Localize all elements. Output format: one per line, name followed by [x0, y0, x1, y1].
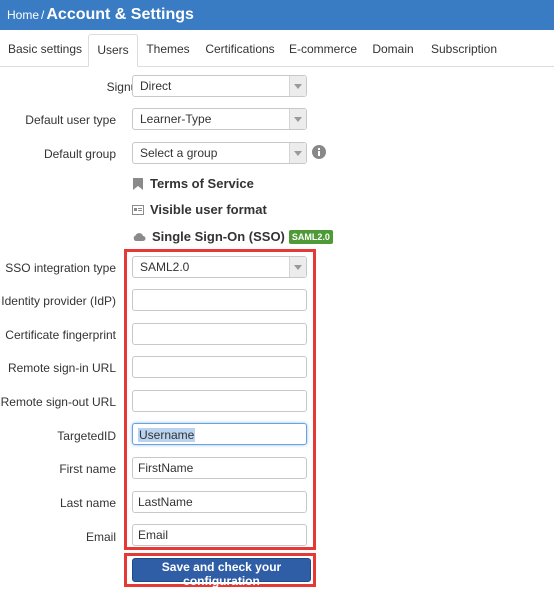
save-and-check-button[interactable]: Save and check your configuration	[132, 558, 311, 588]
settings-tabs: Basic settings Users Themes Certificatio…	[0, 30, 554, 67]
tab-certifications[interactable]: Certifications	[200, 34, 280, 66]
info-icon[interactable]	[312, 145, 326, 159]
breadcrumb-separator: /	[41, 8, 45, 22]
targeted-id-value: Username	[138, 428, 196, 442]
chevron-down-icon	[289, 143, 306, 163]
default-user-type-select[interactable]: Learner-Type	[132, 108, 307, 130]
last-name-field[interactable]	[132, 491, 307, 513]
tab-basic-settings[interactable]: Basic settings	[4, 34, 86, 66]
tab-themes[interactable]: Themes	[141, 34, 195, 66]
tab-domain[interactable]: Domain	[366, 34, 420, 66]
tab-e-commerce[interactable]: E-commerce	[286, 34, 360, 66]
terms-of-service-section[interactable]: Terms of Service	[132, 176, 254, 191]
targeted-id-field[interactable]: Username	[132, 423, 307, 445]
default-user-type-value: Learner-Type	[140, 112, 212, 126]
sso-integration-type-label: SSO integration type	[5, 261, 116, 275]
signup-select[interactable]: Direct	[132, 75, 307, 97]
default-group-label: Default group	[43, 147, 116, 161]
sso-section[interactable]: Single Sign-On (SSO) SAML2.0	[132, 229, 333, 244]
breadcrumb-home-link[interactable]: Home	[7, 8, 39, 22]
email-field[interactable]	[132, 524, 307, 546]
chevron-down-icon	[289, 257, 306, 277]
terms-of-service-title: Terms of Service	[150, 176, 254, 191]
last-name-label: Last name	[59, 496, 116, 510]
cloud-icon	[133, 232, 146, 241]
chevron-down-icon	[289, 76, 306, 96]
saml-badge: SAML2.0	[288, 229, 333, 244]
sso-integration-type-value: SAML2.0	[140, 260, 190, 274]
chevron-down-icon	[289, 109, 306, 129]
id-card-icon	[132, 204, 144, 215]
certificate-fingerprint-field[interactable]	[132, 323, 307, 345]
page-header: Home / Account & Settings	[0, 0, 554, 30]
visible-user-format-section[interactable]: Visible user format	[132, 202, 267, 217]
bookmark-icon	[133, 177, 143, 190]
targeted-id-label: TargetedID	[57, 429, 116, 443]
remote-sign-in-url-label: Remote sign-in URL	[7, 361, 116, 375]
visible-user-format-title: Visible user format	[150, 202, 267, 217]
sso-integration-type-select[interactable]: SAML2.0	[132, 256, 307, 278]
idp-field[interactable]	[132, 289, 307, 311]
remote-sign-out-url-field[interactable]	[132, 390, 307, 412]
email-label: Email	[85, 530, 116, 544]
default-group-select[interactable]: Select a group	[132, 142, 307, 164]
page-title: Account & Settings	[46, 6, 194, 23]
first-name-field[interactable]	[132, 457, 307, 479]
default-user-type-label: Default user type	[25, 113, 116, 127]
tab-subscription[interactable]: Subscription	[426, 34, 502, 66]
sso-title: Single Sign-On (SSO)	[152, 229, 285, 244]
remote-sign-out-url-label: Remote sign-out URL	[0, 395, 116, 409]
first-name-label: First name	[59, 462, 116, 476]
remote-sign-in-url-field[interactable]	[132, 356, 307, 378]
tab-users[interactable]: Users	[88, 34, 138, 67]
idp-label: Identity provider (IdP)	[1, 294, 116, 308]
certificate-fingerprint-label: Certificate fingerprint	[5, 328, 116, 342]
signup-value: Direct	[140, 79, 172, 93]
default-group-value: Select a group	[140, 146, 218, 160]
